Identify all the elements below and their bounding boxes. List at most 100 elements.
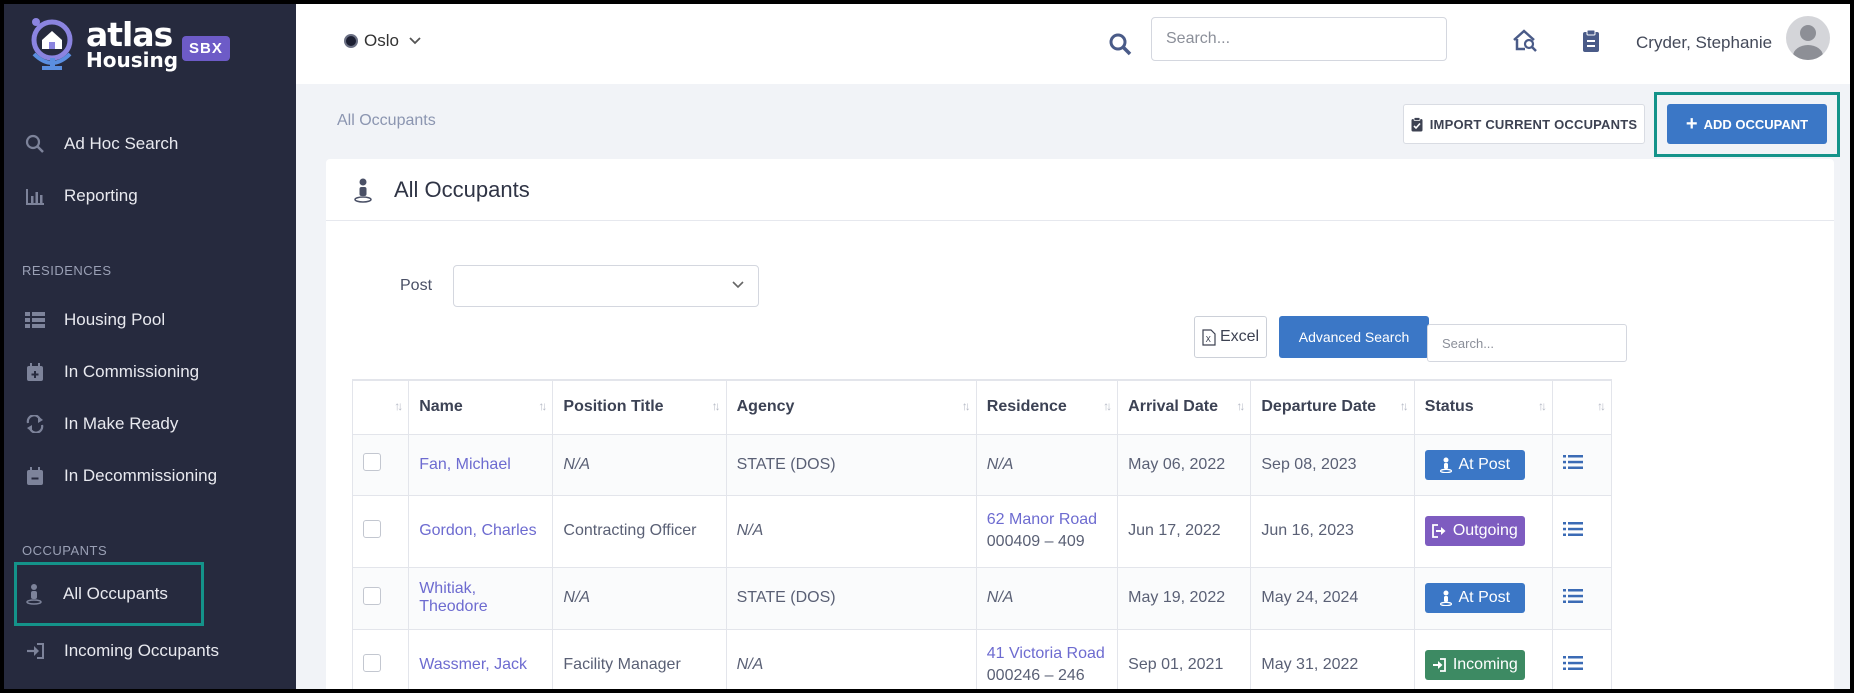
sidebar-item-housing-pool[interactable]: Housing Pool [18,300,282,340]
location-dot-icon [344,34,358,48]
position-title: N/A [563,455,591,473]
sort-icon: ↑↓ [1103,399,1112,413]
row-checkbox[interactable] [363,653,381,672]
occupant-name-link[interactable]: Gordon, Charles [419,522,536,539]
list-icon [24,309,46,331]
arrival-date: May 19, 2022 [1128,589,1226,606]
svg-text:X: X [1205,335,1211,344]
column-header-actions[interactable]: ↑↓ [1551,379,1613,435]
occupant-name-link[interactable]: Whitiak, Theodore [419,580,488,615]
table-row: Fan, Michael N/A STATE (DOS) N/A May 06,… [351,433,1613,496]
sign-in-icon [24,640,46,662]
sidebar-item-label: All Occupants [63,584,168,603]
sidebar-item-in-commissioning[interactable]: In Commissioning [18,352,282,392]
sort-icon: ↑↓ [394,399,403,413]
add-button-label: ADD OCCUPANT [1703,116,1809,132]
row-checkbox[interactable] [363,519,381,538]
occupants-table: ↑↓ Name ↑↓ Position Title ↑↓ Agency ↑↓ Resi… [351,379,1613,689]
agency: STATE (DOS) [736,455,836,473]
search-icon [24,133,46,155]
departure-date: May 31, 2022 [1261,656,1359,673]
import-button-label: IMPORT CURRENT OCCUPANTS [1429,116,1638,132]
excel-button-label: Excel [1219,328,1260,345]
app-frame: atlas Housing SBX Ad Hoc Search Reportin… [4,4,1850,689]
departure-date: Sep 08, 2023 [1261,455,1357,473]
column-header-name[interactable]: Name ↑↓ [408,379,554,435]
column-header-residence[interactable]: Residence ↑↓ [975,379,1119,435]
row-actions-icon[interactable] [1562,655,1583,671]
table-row: Gordon, Charles Contracting Officer N/A … [351,494,1613,568]
row-checkbox[interactable] [363,586,381,605]
bar-chart-icon [24,185,46,207]
sidebar-item-ad-hoc-search[interactable]: Ad Hoc Search [18,124,282,164]
post-label: Post [400,277,433,294]
row-checkbox[interactable] [363,453,381,471]
residence-link[interactable]: 41 Victoria Road [987,645,1107,663]
logo-text-housing: Housing [86,48,179,72]
occupant-name-link[interactable]: Wassmer, Jack [419,656,527,673]
house-search-icon[interactable] [1512,28,1538,54]
add-occupant-button[interactable]: + ADD OCCUPANT [1667,104,1827,144]
chevron-down-icon [409,34,421,48]
arrival-date: Sep 01, 2021 [1128,656,1224,673]
sidebar-item-reporting[interactable]: Reporting [18,176,282,216]
add-occupant-highlight: + ADD OCCUPANT [1654,92,1840,157]
row-select-cell [351,628,410,689]
status-badge[interactable]: At Post [1424,583,1525,613]
clipboard-check-icon [1411,116,1423,131]
row-select-cell [351,433,410,496]
column-label: Arrival Date [1128,398,1218,416]
agency: N/A [736,656,764,673]
status-badge[interactable]: Outgoing [1424,516,1525,546]
column-label: Status [1424,398,1474,416]
column-header-position-title[interactable]: Position Title ↑↓ [552,379,727,435]
import-current-occupants-button[interactable]: IMPORT CURRENT OCCUPANTS [1403,104,1645,144]
row-actions-icon[interactable] [1562,454,1583,470]
sidebar-item-in-decommissioning[interactable]: In Decommissioning [18,456,282,496]
sort-icon: ↑↓ [961,399,971,413]
table-header-row: ↑↓ Name ↑↓ Position Title ↑↓ Agency ↑↓ Resi… [351,379,1613,435]
location-selector[interactable]: Oslo [344,31,421,51]
post-select[interactable] [453,265,759,307]
status-badge[interactable]: Incoming [1424,650,1525,680]
status-label: Incoming [1452,656,1518,673]
agency: STATE (DOS) [736,589,836,606]
excel-export-button[interactable]: X Excel [1194,316,1267,358]
column-header-status[interactable]: Status ↑↓ [1413,379,1553,435]
search-icon[interactable] [1108,32,1132,56]
status-badge[interactable]: At Post [1424,449,1525,480]
sidebar-section-occupants: OCCUPANTS [22,543,108,558]
column-header-departure-date[interactable]: Departure Date ↑↓ [1250,379,1415,435]
sort-icon: ↑↓ [538,399,547,413]
sign-out-icon [1431,524,1446,538]
row-actions-icon[interactable] [1562,521,1583,537]
sidebar-item-in-make-ready[interactable]: In Make Ready [18,404,282,444]
column-header-arrival-date[interactable]: Arrival Date ↑↓ [1117,379,1252,435]
table-search-input[interactable] [1427,324,1627,362]
sidebar-item-label: Housing Pool [64,310,166,329]
occupant-name-link[interactable]: Fan, Michael [419,456,511,473]
column-header-select[interactable]: ↑↓ [351,379,410,435]
row-select-cell [351,566,410,630]
avatar[interactable] [1786,16,1830,60]
advanced-search-button[interactable]: Advanced Search [1279,316,1429,358]
sidebar-item-incoming-occupants[interactable]: Incoming Occupants [18,631,282,671]
global-search-input[interactable] [1151,17,1447,61]
sidebar-item-label: In Make Ready [64,414,179,433]
residence-code: 000409 – 409 [986,533,1085,550]
card-header: All Occupants [326,159,1834,221]
user-name[interactable]: Cryder, Stephanie [1636,33,1772,53]
residence-link[interactable]: 62 Manor Road [987,511,1107,529]
column-header-agency[interactable]: Agency ↑↓ [725,379,977,435]
clipboard-icon[interactable] [1578,28,1604,54]
app-logo[interactable]: atlas Housing SBX [24,14,264,74]
position-title: Facility Manager [563,656,681,673]
departure-date: May 24, 2024 [1261,589,1359,606]
sidebar-item-all-occupants[interactable]: All Occupants [14,562,204,626]
row-actions-icon[interactable] [1562,588,1583,604]
column-label: Name [419,398,463,416]
plus-icon: + [1685,113,1698,135]
topbar: Oslo Cryder, Stephanie [296,4,1850,84]
breadcrumb[interactable]: All Occupants [337,112,436,130]
globe-house-icon [31,18,73,70]
